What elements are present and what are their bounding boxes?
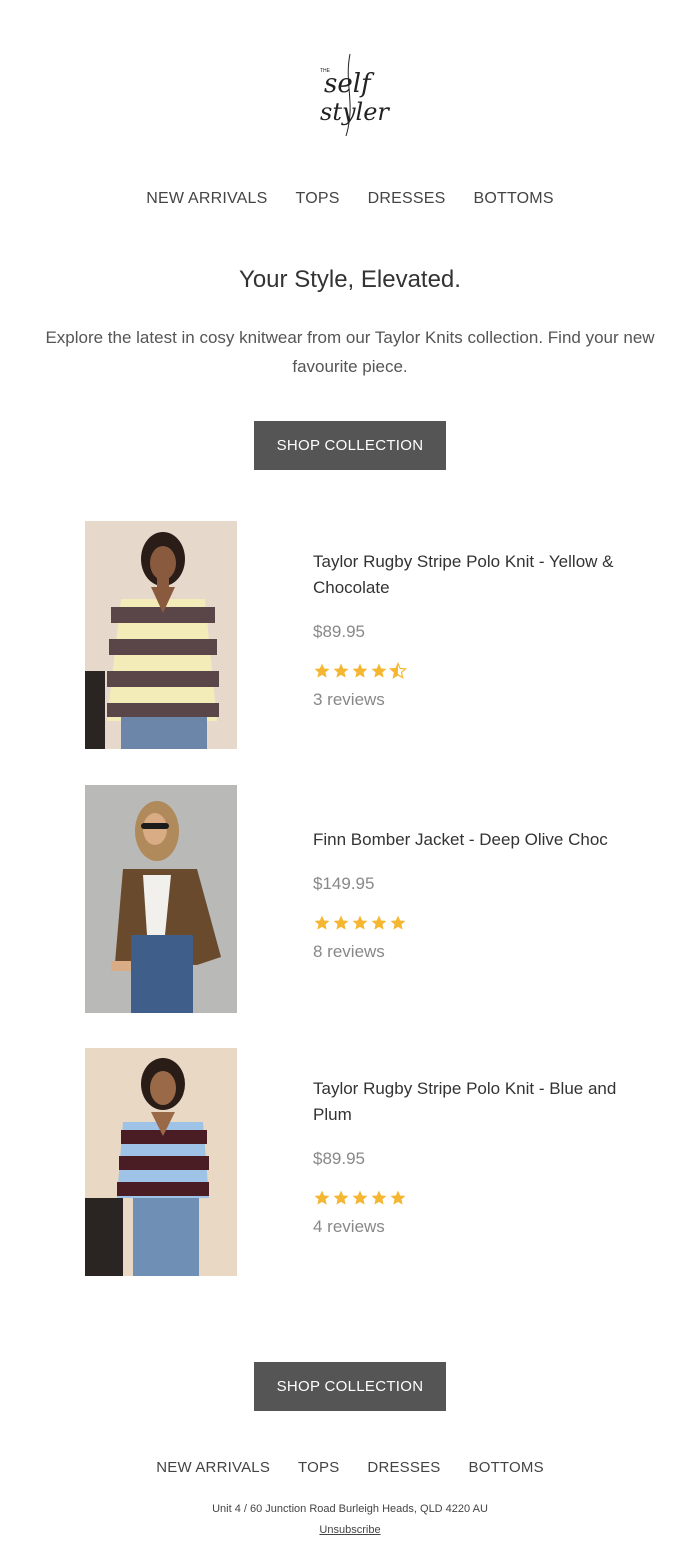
shop-collection-button[interactable]: SHOP COLLECTION <box>254 421 446 470</box>
email-page: THE self styler NEW ARRIVALS TOPS DRESSE… <box>0 0 700 1561</box>
half-star-icon <box>389 662 407 679</box>
rating-stars <box>313 1189 623 1207</box>
hero-headline: Your Style, Elevated. <box>239 266 461 293</box>
top-nav: NEW ARRIVALS TOPS DRESSES BOTTOMS <box>0 190 700 208</box>
star-icon <box>352 915 368 930</box>
product-info: Taylor Rugby Stripe Polo Knit - Blue and… <box>313 1076 623 1237</box>
product-name[interactable]: Taylor Rugby Stripe Polo Knit - Blue and… <box>313 1076 623 1128</box>
footer-nav: NEW ARRIVALS TOPS DRESSES BOTTOMS <box>0 1459 700 1476</box>
star-icon <box>352 1190 368 1205</box>
star-icon <box>371 663 387 678</box>
nav-dresses[interactable]: DRESSES <box>368 190 446 208</box>
product-name[interactable]: Taylor Rugby Stripe Polo Knit - Yellow &… <box>313 549 623 601</box>
product-info: Finn Bomber Jacket - Deep Olive Choc $14… <box>313 827 623 962</box>
product-image[interactable] <box>85 785 237 1013</box>
rating-stars <box>313 914 623 932</box>
star-icon <box>371 1190 387 1205</box>
product-name[interactable]: Finn Bomber Jacket - Deep Olive Choc <box>313 827 623 853</box>
star-icon <box>314 915 330 930</box>
star-icon <box>333 663 349 678</box>
star-icon <box>390 915 406 930</box>
nav-bottoms[interactable]: BOTTOMS <box>473 190 553 208</box>
shop-collection-button-footer[interactable]: SHOP COLLECTION <box>254 1362 446 1411</box>
star-icon <box>333 915 349 930</box>
unsubscribe-link[interactable]: Unsubscribe <box>319 1524 380 1536</box>
star-icon <box>333 1190 349 1205</box>
product-price: $89.95 <box>313 622 365 641</box>
unsubscribe-row: Unsubscribe <box>0 1524 700 1536</box>
footer-nav-tops[interactable]: TOPS <box>298 1459 339 1476</box>
rating-stars <box>313 662 623 680</box>
product-image[interactable] <box>85 1048 237 1276</box>
nav-tops[interactable]: TOPS <box>296 190 340 208</box>
footer-nav-bottoms[interactable]: BOTTOMS <box>469 1459 544 1476</box>
footer-nav-dresses[interactable]: DRESSES <box>367 1459 440 1476</box>
star-icon <box>314 663 330 678</box>
review-count[interactable]: 8 reviews <box>313 942 623 962</box>
product-price: $89.95 <box>313 1149 365 1168</box>
product-price: $149.95 <box>313 874 375 893</box>
review-count[interactable]: 4 reviews <box>313 1217 623 1237</box>
star-icon <box>352 663 368 678</box>
footer-nav-new-arrivals[interactable]: NEW ARRIVALS <box>156 1459 270 1476</box>
product-image[interactable] <box>85 521 237 749</box>
footer-address: Unit 4 / 60 Junction Road Burleigh Heads… <box>212 1503 488 1515</box>
review-count[interactable]: 3 reviews <box>313 690 623 710</box>
product-info: Taylor Rugby Stripe Polo Knit - Yellow &… <box>313 549 623 710</box>
brand-logo[interactable]: THE self styler <box>300 44 400 144</box>
logo-line2-text: styler <box>320 98 390 126</box>
nav-new-arrivals[interactable]: NEW ARRIVALS <box>146 190 267 208</box>
hero-intro: Explore the latest in cosy knitwear from… <box>45 328 655 376</box>
star-icon <box>390 1190 406 1205</box>
star-icon <box>314 1190 330 1205</box>
star-icon <box>371 915 387 930</box>
